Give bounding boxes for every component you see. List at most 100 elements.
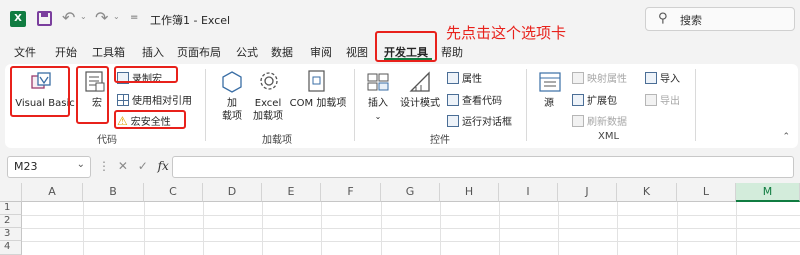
- group-label-controls: 控件: [430, 135, 450, 146]
- tab-help[interactable]: 帮助: [441, 44, 463, 60]
- name-box[interactable]: M23 ⌄: [7, 156, 91, 178]
- column-header[interactable]: L: [677, 183, 736, 202]
- excel-addins-button[interactable]: Excel 加载项: [249, 97, 287, 123]
- relative-references-label: 使用相对引用: [132, 96, 192, 107]
- confirm-icon[interactable]: ✓: [138, 159, 148, 173]
- row-header[interactable]: 4: [0, 241, 22, 255]
- redo-icon[interactable]: ↷: [95, 8, 108, 27]
- group-divider: [354, 69, 355, 141]
- column-header[interactable]: B: [83, 183, 144, 202]
- search-box[interactable]: ⚲ 搜索: [645, 7, 795, 31]
- column-header[interactable]: F: [321, 183, 381, 202]
- tab-view[interactable]: 视图: [346, 44, 368, 60]
- expansion-packs-button[interactable]: 扩展包: [572, 92, 617, 107]
- tab-data[interactable]: 数据: [271, 44, 293, 60]
- chevron-down-icon: ⌄: [76, 159, 85, 170]
- insert-control-label: 插入: [368, 98, 388, 109]
- tab-page-layout[interactable]: 页面布局: [177, 44, 221, 60]
- export-label: 导出: [660, 96, 680, 107]
- excel-logo-icon: X: [10, 11, 26, 27]
- tab-toolbox[interactable]: 工具箱: [92, 44, 125, 60]
- run-dialog-button[interactable]: 运行对话框: [447, 113, 512, 128]
- com-addins-icon: [306, 69, 328, 98]
- save-icon[interactable]: [37, 11, 52, 26]
- column-header[interactable]: E: [262, 183, 321, 202]
- column-header[interactable]: K: [617, 183, 677, 202]
- insert-control-button[interactable]: 插入 ⌄: [365, 97, 391, 123]
- group-divider: [205, 69, 206, 141]
- properties-icon: [447, 71, 459, 84]
- tab-file[interactable]: 文件: [14, 44, 36, 60]
- properties-button[interactable]: 属性: [447, 70, 482, 85]
- column-header-selected[interactable]: M: [736, 183, 800, 202]
- formula-controls: ⋮ ✕ ✓ fx: [98, 159, 169, 173]
- row-header[interactable]: 2: [0, 215, 22, 228]
- undo-icon[interactable]: ↶: [62, 8, 75, 27]
- com-addins-button[interactable]: COM 加载项: [288, 97, 348, 110]
- import-icon: [645, 71, 657, 84]
- redo-dropdown-icon[interactable]: ⌄: [113, 12, 120, 21]
- undo-dropdown-icon[interactable]: ⌄: [80, 12, 87, 21]
- collapse-ribbon-icon[interactable]: ⌃: [782, 132, 790, 142]
- column-header[interactable]: G: [381, 183, 440, 202]
- column-header[interactable]: H: [440, 183, 499, 202]
- formula-input[interactable]: [172, 156, 794, 178]
- addins-button[interactable]: 加 载项: [219, 97, 245, 123]
- insert-function-icon[interactable]: fx: [158, 159, 169, 173]
- tab-review[interactable]: 审阅: [310, 44, 332, 60]
- group-divider: [695, 69, 696, 141]
- column-header[interactable]: I: [499, 183, 558, 202]
- worksheet-grid[interactable]: A B C D E F G H I J K L M 1 2 3 4: [0, 183, 800, 255]
- tab-insert[interactable]: 插入: [142, 44, 164, 60]
- cancel-icon[interactable]: ✕: [118, 159, 128, 173]
- search-placeholder: 搜索: [680, 14, 702, 27]
- xml-source-icon: [538, 70, 562, 97]
- column-header[interactable]: J: [558, 183, 617, 202]
- view-code-icon: [447, 93, 459, 106]
- column-header[interactable]: D: [203, 183, 262, 202]
- column-header[interactable]: A: [22, 183, 83, 202]
- chevron-down-icon: ⌄: [374, 112, 382, 121]
- properties-label: 属性: [462, 74, 482, 85]
- group-label-xml: XML: [598, 131, 620, 142]
- export-button[interactable]: 导出: [645, 92, 680, 107]
- import-button[interactable]: 导入: [645, 70, 680, 85]
- row-header[interactable]: 1: [0, 202, 22, 215]
- expansion-packs-icon: [572, 93, 584, 106]
- more-options-icon[interactable]: ⋮: [98, 159, 110, 173]
- select-all-corner[interactable]: [0, 183, 22, 202]
- formula-bar: M23 ⌄ ⋮ ✕ ✓ fx: [0, 153, 800, 181]
- group-label-code: 代码: [97, 135, 117, 146]
- name-box-value: M23: [14, 160, 38, 173]
- design-mode-button[interactable]: 设计模式: [397, 97, 443, 110]
- refresh-data-label: 刷新数据: [587, 117, 627, 128]
- map-properties-button[interactable]: 映射属性: [572, 70, 627, 85]
- refresh-data-button[interactable]: 刷新数据: [572, 113, 627, 128]
- group-divider: [526, 69, 527, 141]
- import-label: 导入: [660, 74, 680, 85]
- excel-addins-label-line1: Excel: [254, 98, 282, 109]
- excel-addins-label-line2: 加载项: [253, 111, 283, 122]
- view-code-button[interactable]: 查看代码: [447, 92, 502, 107]
- export-icon: [645, 93, 657, 106]
- row-header[interactable]: 3: [0, 228, 22, 241]
- tab-home[interactable]: 开始: [55, 44, 77, 60]
- highlight-developer-tab: [375, 31, 437, 62]
- window-title: 工作簿1 - Excel: [150, 14, 231, 27]
- run-dialog-label: 运行对话框: [462, 117, 512, 128]
- tab-formulas[interactable]: 公式: [236, 44, 258, 60]
- insert-control-icon: [366, 70, 390, 97]
- refresh-data-icon: [572, 114, 584, 127]
- use-relative-references-button[interactable]: 使用相对引用: [117, 92, 192, 107]
- xml-source-button[interactable]: 源: [539, 97, 559, 110]
- addins-label-line1: 加: [227, 98, 237, 109]
- highlight-macro-security: [114, 110, 186, 129]
- addins-label-line2: 载项: [222, 111, 242, 122]
- customize-quick-access-icon[interactable]: =: [130, 12, 138, 23]
- gridline: [22, 241, 800, 242]
- highlight-visual-basic: [10, 66, 70, 117]
- column-header[interactable]: C: [144, 183, 203, 202]
- relative-references-icon: [117, 93, 129, 106]
- view-code-label: 查看代码: [462, 96, 502, 107]
- map-properties-label: 映射属性: [587, 74, 627, 85]
